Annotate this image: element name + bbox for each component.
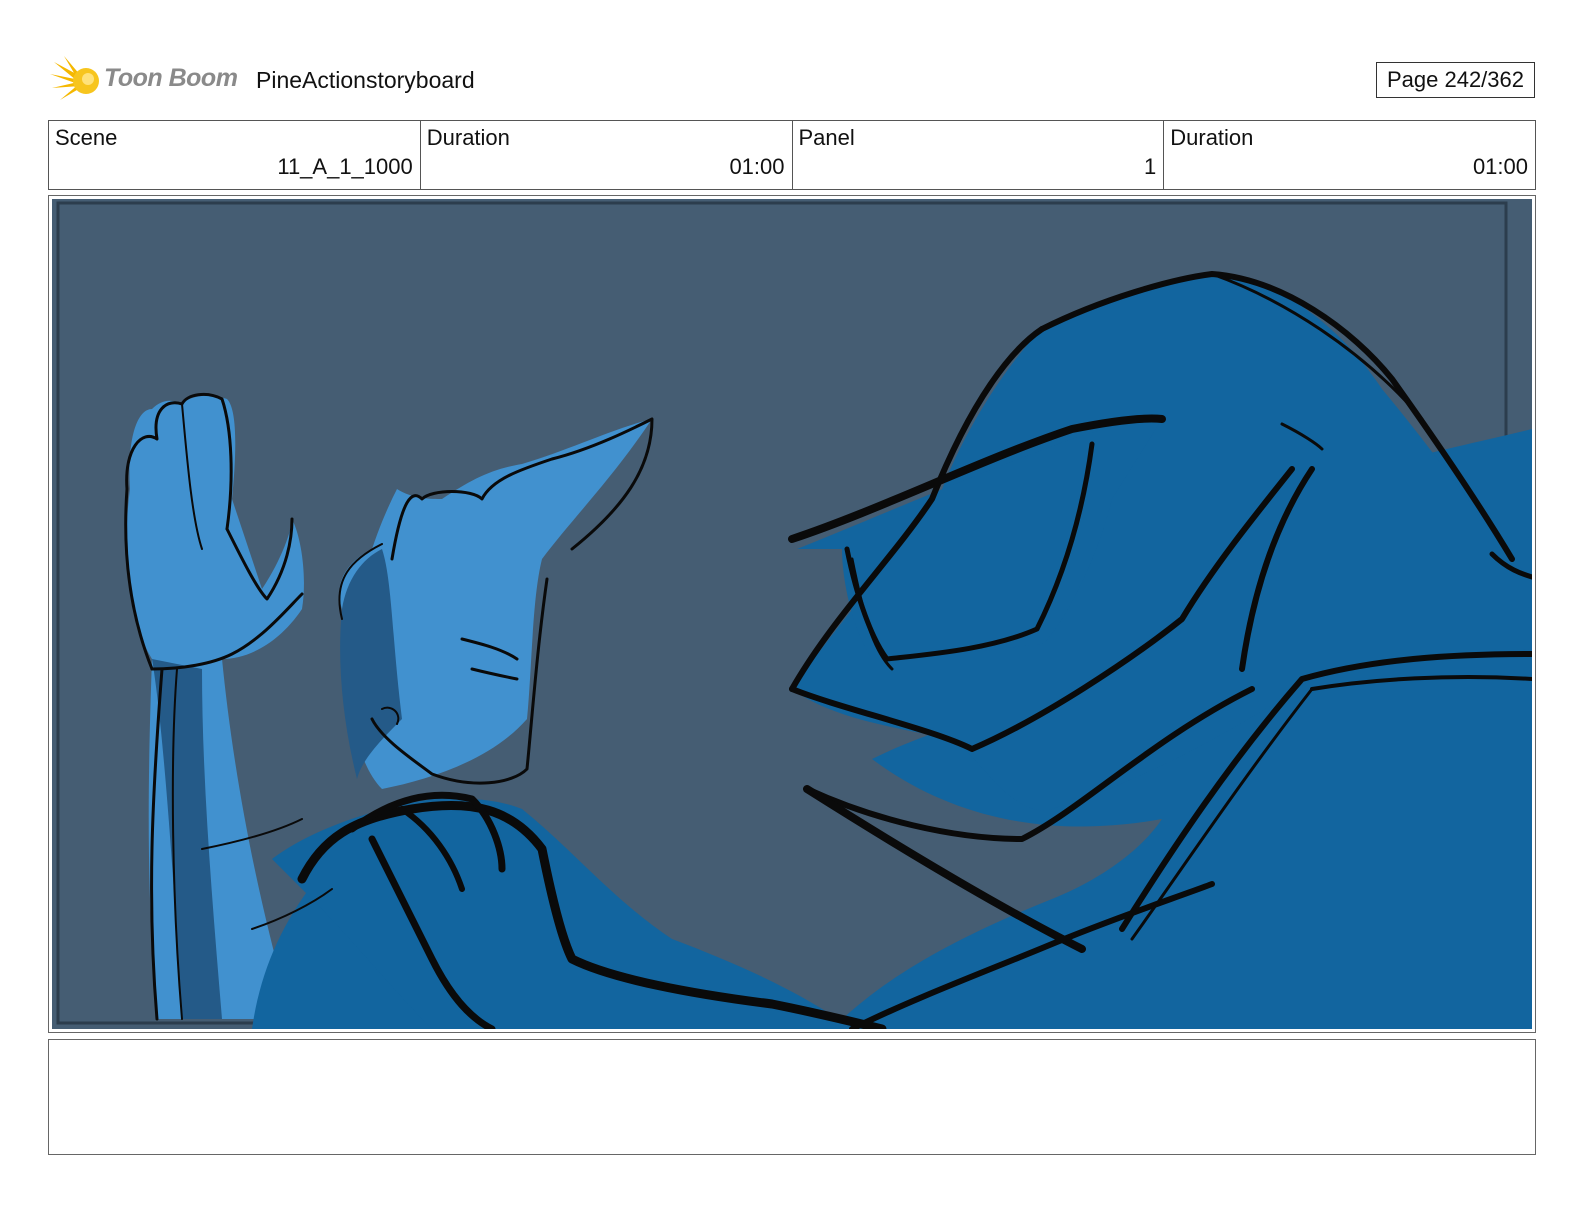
panel-value: 1 <box>1144 154 1157 179</box>
scene-label: Scene <box>55 125 118 150</box>
notes-box <box>48 1039 1536 1155</box>
scene-duration-value: 01:00 <box>729 154 785 179</box>
storyboard-panel-image <box>52 199 1532 1029</box>
scene-duration-label: Duration <box>426 125 510 150</box>
page-header: Toon Boom PineActionstoryboard Page 242/… <box>0 0 1584 118</box>
logo-text: Toon Boom <box>104 64 238 92</box>
panel-cell: Panel 1 <box>793 121 1165 189</box>
panel-label: Panel <box>798 125 855 150</box>
toon-boom-logo: Toon Boom <box>50 54 240 106</box>
scene-cell: Scene 11_A_1_1000 <box>49 121 421 189</box>
panel-duration-cell: Duration 01:00 <box>1164 121 1535 189</box>
scene-value: 11_A_1_1000 <box>277 154 413 179</box>
scene-duration-cell: Duration 01:00 <box>421 121 793 189</box>
storyboard-drawing <box>52 199 1532 1029</box>
panel-duration-label: Duration <box>1170 125 1254 150</box>
project-title: PineActionstoryboard <box>256 67 475 93</box>
starburst-icon <box>50 56 99 100</box>
scene-info-table: Scene 11_A_1_1000 Duration 01:00 Panel 1… <box>48 120 1536 190</box>
page-number: Page 242/362 <box>1376 62 1535 98</box>
panel-duration-value: 01:00 <box>1472 154 1528 179</box>
